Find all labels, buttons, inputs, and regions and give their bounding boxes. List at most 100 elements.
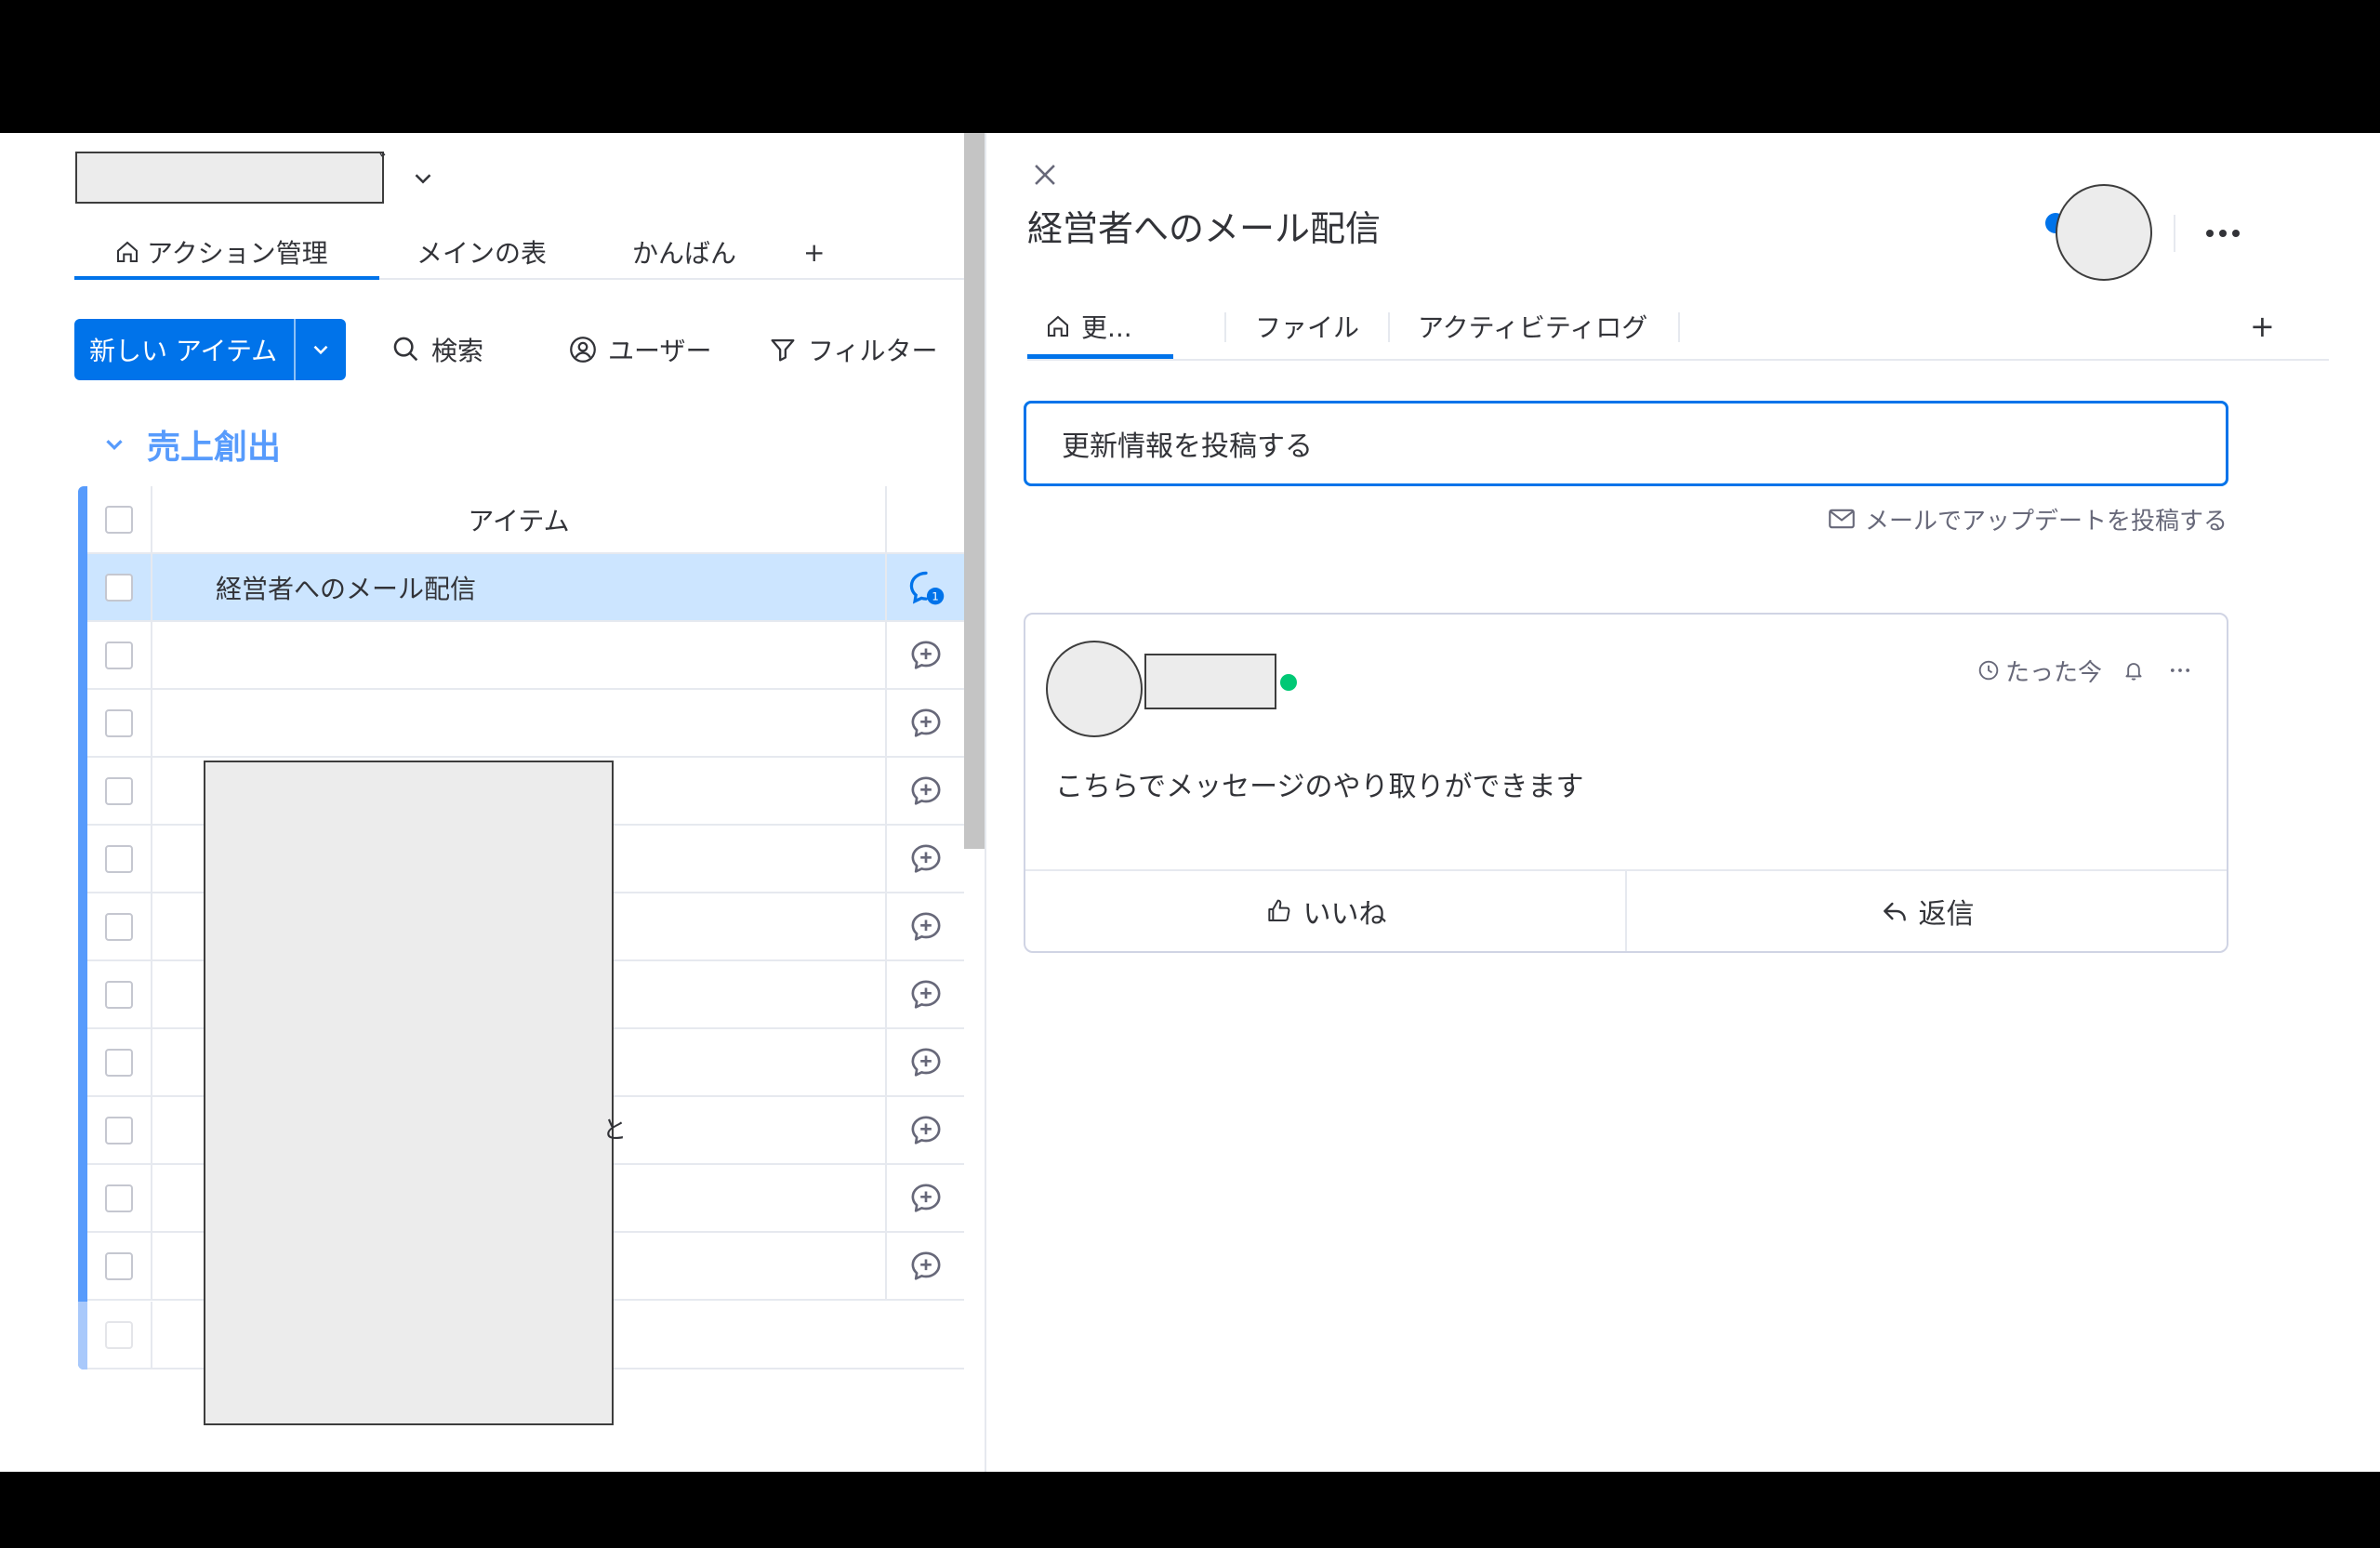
row-checkbox-cell: [87, 554, 152, 620]
tab-action-management[interactable]: アクション管理: [74, 226, 379, 280]
chevron-down-icon[interactable]: [409, 165, 437, 192]
clock-icon: [1978, 660, 1999, 681]
updates-cell[interactable]: [887, 758, 964, 824]
mail-icon: [1829, 509, 1855, 529]
add-update-icon[interactable]: [907, 1248, 945, 1285]
row-checkbox[interactable]: [105, 1251, 133, 1280]
row-checkbox[interactable]: [105, 1048, 133, 1077]
column-header-item[interactable]: アイテム: [152, 486, 887, 552]
online-status-dot: [1280, 674, 1297, 691]
filter-button[interactable]: フィルター: [767, 319, 937, 380]
row-checkbox[interactable]: [105, 1116, 133, 1144]
like-button[interactable]: いいね: [1025, 871, 1625, 951]
author-name-redacted[interactable]: [1144, 654, 1276, 709]
updates-cell[interactable]: [887, 893, 964, 959]
row-checkbox: [105, 1320, 133, 1349]
group-color-bar-end: [78, 1302, 87, 1369]
add-update-icon[interactable]: [907, 1044, 945, 1081]
item-name[interactable]: [152, 622, 887, 688]
reply-button[interactable]: 返信: [1625, 871, 2227, 951]
board-name-suffix: ゛: [379, 152, 401, 175]
board-name-redacted[interactable]: [75, 152, 384, 204]
updates-cell[interactable]: [887, 1097, 964, 1163]
add-view-button[interactable]: +: [803, 226, 825, 278]
post-update-input[interactable]: 更新情報を投稿する: [1024, 401, 2228, 486]
row-checkbox[interactable]: [105, 641, 133, 669]
person-filter-button[interactable]: ユーザー: [567, 319, 711, 380]
item-name[interactable]: 経営者へのメール配信: [152, 554, 887, 620]
board-area: ゛ アクション管理 メインの表 かんばん + 新しい アイテム 検索 ユーザー …: [0, 133, 964, 1472]
updates-cell[interactable]: [887, 1233, 964, 1299]
new-item-dropdown[interactable]: [294, 319, 346, 380]
update-card: たった今 こちらでメッセージのやり取りができます いいね 返信: [1024, 613, 2228, 953]
group-header[interactable]: 売上創出: [100, 421, 281, 468]
row-checkbox-cell: [87, 1029, 152, 1095]
bell-icon[interactable]: [2121, 657, 2147, 683]
updates-cell[interactable]: 1: [887, 554, 964, 620]
add-update-icon[interactable]: [907, 1180, 945, 1217]
panel-title[interactable]: 経営者へのメール配信: [1027, 200, 1381, 251]
row-checkbox[interactable]: [105, 844, 133, 873]
add-update-icon[interactable]: [907, 705, 945, 742]
row-checkbox-cell: [87, 1233, 152, 1299]
row-checkbox[interactable]: [105, 776, 133, 805]
more-options-icon[interactable]: [2167, 657, 2193, 683]
item-names-redacted: [204, 761, 614, 1425]
home-icon: [117, 241, 138, 262]
update-count: 1: [932, 589, 939, 602]
add-update-icon[interactable]: [907, 976, 945, 1013]
search-button[interactable]: 検索: [390, 319, 483, 380]
updates-cell[interactable]: [887, 826, 964, 892]
item-name[interactable]: [152, 690, 887, 756]
row-checkbox-cell: [87, 690, 152, 756]
avatar[interactable]: [1046, 641, 1143, 737]
row-checkbox[interactable]: [105, 573, 133, 602]
select-all-checkbox[interactable]: [105, 505, 133, 534]
updates-cell[interactable]: [887, 622, 964, 688]
tab-label: 更...: [1081, 312, 1132, 343]
updates-cell[interactable]: [887, 1165, 964, 1231]
avatar[interactable]: [2056, 184, 2152, 281]
app-window: ゛ アクション管理 メインの表 かんばん + 新しい アイテム 検索 ユーザー …: [0, 133, 2380, 1472]
group-title[interactable]: 売上創出: [147, 420, 281, 469]
updates-cell[interactable]: [887, 961, 964, 1027]
tab-files[interactable]: ファイル: [1255, 296, 1359, 357]
table-row[interactable]: 経営者へのメール配信 1: [87, 554, 964, 622]
tab-main-table[interactable]: メインの表: [416, 226, 547, 278]
person-label: ユーザー: [608, 336, 712, 366]
row-checkbox[interactable]: [105, 912, 133, 941]
row-checkbox[interactable]: [105, 708, 133, 737]
item-detail-panel: 経営者へのメール配信 更... ファイル アクティビティログ + 更新情報を投稿…: [985, 133, 2380, 1472]
new-item-button[interactable]: 新しい アイテム: [74, 319, 346, 380]
add-update-icon[interactable]: [907, 773, 945, 810]
add-update-icon[interactable]: [907, 840, 945, 878]
row-checkbox[interactable]: [105, 1184, 133, 1212]
close-icon[interactable]: [1029, 159, 1061, 191]
tab-kanban[interactable]: かんばん: [632, 226, 736, 278]
add-update-icon[interactable]: [907, 908, 945, 946]
email-update-label: メールでアップデートを投稿する: [1864, 507, 2228, 536]
tab-activity-log[interactable]: アクティビティログ: [1418, 296, 1647, 357]
tab-label: アクティビティログ: [1418, 312, 1648, 343]
add-tab-button[interactable]: +: [2250, 296, 2275, 357]
add-update-icon[interactable]: [907, 1112, 945, 1149]
table-row[interactable]: [87, 622, 964, 690]
chevron-down-icon: [313, 345, 328, 355]
chevron-down-icon[interactable]: [100, 430, 128, 458]
search-label: 検索: [431, 336, 484, 366]
more-options-icon[interactable]: [2200, 215, 2246, 252]
row-checkbox[interactable]: [105, 980, 133, 1009]
like-label: いいね: [1302, 898, 1387, 931]
table-row[interactable]: [87, 690, 964, 758]
board-view-tabs: アクション管理 メインの表 かんばん +: [74, 226, 964, 280]
email-update-link[interactable]: メールでアップデートを投稿する: [1791, 500, 2228, 537]
updates-active-icon[interactable]: 1: [906, 567, 946, 608]
board-scrollbar[interactable]: [964, 133, 985, 849]
row-checkbox-cell: [87, 961, 152, 1027]
row-checkbox-cell: [87, 1302, 152, 1368]
add-update-icon[interactable]: [907, 637, 945, 674]
updates-cell[interactable]: [887, 1029, 964, 1095]
updates-cell[interactable]: [887, 690, 964, 756]
update-time: たった今: [2004, 658, 2102, 687]
tab-updates[interactable]: 更...: [1027, 296, 1173, 359]
